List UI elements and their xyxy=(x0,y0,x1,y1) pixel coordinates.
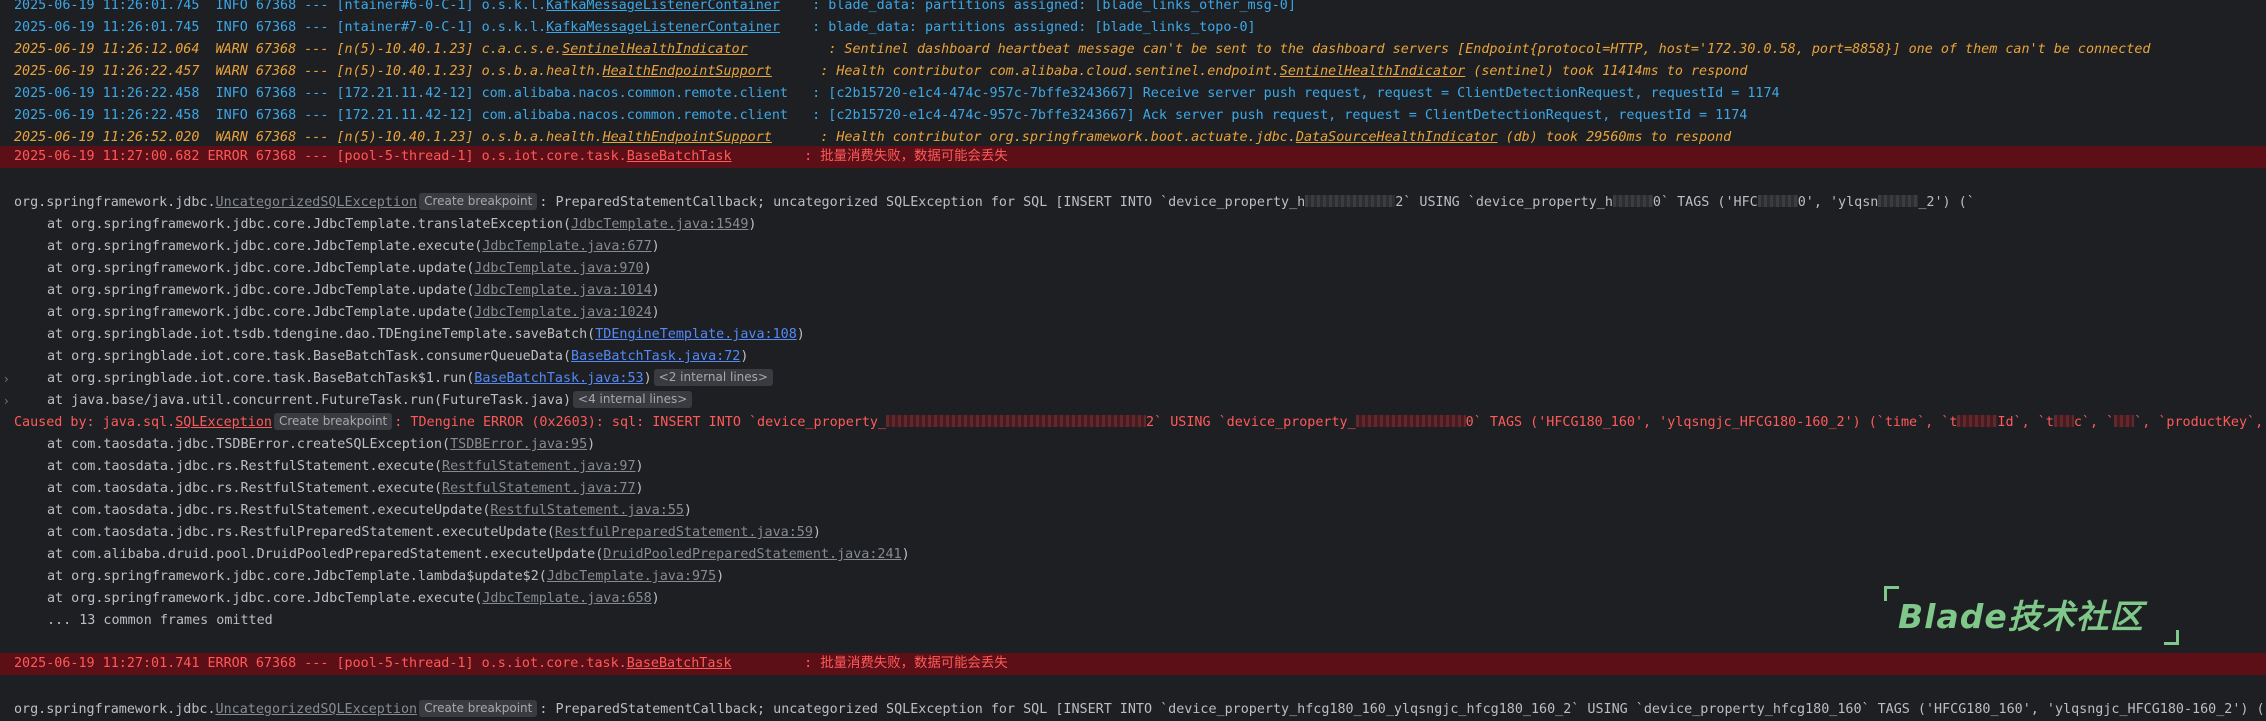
source-link[interactable]: JdbcTemplate.java:975 xyxy=(547,569,716,584)
watermark-logo: Blade技术社区 xyxy=(1898,597,2144,636)
logger-class-link[interactable]: HealthEndpointSupport xyxy=(603,130,772,145)
exception-class-link[interactable]: UncategorizedSQLException xyxy=(216,702,418,717)
stack-frame: at com.taosdata.jdbc.TSDBError.createSQL… xyxy=(47,437,596,452)
exception-line: org.springframework.jdbc.UncategorizedSQ… xyxy=(14,700,2266,717)
stack-frame: at com.taosdata.jdbc.rs.RestfulPreparedS… xyxy=(47,525,821,540)
error-log-line: 2025-06-19 11:27:00.682 ERROR 67368 --- … xyxy=(0,146,2266,168)
stack-frame: at org.springframework.jdbc.core.JdbcTem… xyxy=(47,239,660,254)
source-link[interactable]: TDEngineTemplate.java:108 xyxy=(595,327,797,342)
internal-lines-toggle[interactable]: <4 internal lines> xyxy=(573,391,693,408)
redacted-text xyxy=(1305,195,1396,207)
stack-frame: › at org.springblade.iot.core.task.BaseBa… xyxy=(0,368,2266,390)
stack-frame: at org.springframework.jdbc.core.JdbcTem… xyxy=(47,217,757,232)
create-breakpoint-button[interactable]: Create breakpoint xyxy=(419,700,538,717)
stack-frame: at com.taosdata.jdbc.rs.RestfulStatement… xyxy=(47,481,644,496)
stack-frame: at com.taosdata.jdbc.rs.RestfulStatement… xyxy=(47,503,692,518)
stack-frame: at org.springblade.iot.tsdb.tdengine.dao… xyxy=(47,327,805,342)
redacted-text xyxy=(1612,195,1653,207)
chevron-right-icon[interactable]: › xyxy=(4,368,9,390)
source-link[interactable]: JdbcTemplate.java:658 xyxy=(482,591,651,606)
log-line: 2025-06-19 11:26:22.458 INFO 67368 --- [… xyxy=(14,86,1780,101)
stack-frame: at org.springblade.iot.core.task.BaseBat… xyxy=(47,349,749,364)
stack-frame: at org.springframework.jdbc.core.JdbcTem… xyxy=(47,283,660,298)
log-line: 2025-06-19 11:26:01.745 INFO 67368 --- [… xyxy=(14,20,1256,35)
source-link[interactable]: RestfulStatement.java:97 xyxy=(442,459,635,474)
redacted-text xyxy=(2053,415,2074,427)
logger-class-link[interactable]: BaseBatchTask xyxy=(627,656,732,671)
watermark-bracket xyxy=(2164,630,2179,645)
log-line: 2025-06-19 11:26:22.458 INFO 67368 --- [… xyxy=(14,108,1748,123)
log-line: 2025-06-19 11:26:12.064 WARN 67368 --- [… xyxy=(14,42,2151,57)
stack-frame: at org.springframework.jdbc.core.JdbcTem… xyxy=(47,261,652,276)
exception-class-link[interactable]: UncategorizedSQLException xyxy=(216,195,418,210)
redacted-text xyxy=(1957,415,1998,427)
source-link[interactable]: RestfulStatement.java:77 xyxy=(442,481,635,496)
log-line: 2025-06-19 11:26:22.457 WARN 67368 --- [… xyxy=(14,64,1748,79)
source-link[interactable]: TSDBError.java:95 xyxy=(450,437,587,452)
logger-class-link[interactable]: HealthEndpointSupport xyxy=(603,64,772,79)
source-link[interactable]: JdbcTemplate.java:1014 xyxy=(474,283,651,298)
log-line: 2025-06-19 11:26:01.745 INFO 67368 --- [… xyxy=(14,0,1296,13)
error-log-line: 2025-06-19 11:27:01.741 ERROR 67368 --- … xyxy=(0,653,2266,675)
source-link[interactable]: JdbcTemplate.java:970 xyxy=(474,261,643,276)
stack-frame: at org.springframework.jdbc.core.JdbcTem… xyxy=(47,569,725,584)
logger-class-link[interactable]: KafkaMessageListenerContainer xyxy=(546,0,780,13)
redacted-text xyxy=(1757,195,1798,207)
source-link[interactable]: RestfulPreparedStatement.java:59 xyxy=(555,525,813,540)
chevron-right-icon[interactable]: › xyxy=(4,390,9,412)
internal-lines-toggle[interactable]: <2 internal lines> xyxy=(653,369,773,386)
create-breakpoint-button[interactable]: Create breakpoint xyxy=(274,413,393,430)
source-link[interactable]: RestfulStatement.java:55 xyxy=(490,503,683,518)
redacted-text xyxy=(1355,415,1466,427)
exception-class-link[interactable]: SQLException xyxy=(175,415,272,430)
stack-frame: at com.alibaba.druid.pool.DruidPooledPre… xyxy=(47,547,910,562)
create-breakpoint-button[interactable]: Create breakpoint xyxy=(419,193,538,210)
source-link[interactable]: JdbcTemplate.java:1024 xyxy=(474,305,651,320)
source-link[interactable]: DruidPooledPreparedStatement.java:241 xyxy=(603,547,901,562)
stack-frame: at com.taosdata.jdbc.rs.RestfulStatement… xyxy=(47,459,644,474)
source-link[interactable]: BaseBatchTask.java:53 xyxy=(474,371,643,386)
redacted-text xyxy=(886,415,1147,427)
logger-class-link[interactable]: BaseBatchTask xyxy=(627,149,732,164)
redacted-text xyxy=(1878,195,1919,207)
stack-frame: › at java.base/java.util.concurrent.Futur… xyxy=(0,390,2266,412)
stack-frame: at org.springframework.jdbc.core.JdbcTem… xyxy=(47,305,660,320)
source-link[interactable]: JdbcTemplate.java:677 xyxy=(482,239,651,254)
source-link[interactable]: JdbcTemplate.java:1549 xyxy=(571,217,748,232)
class-link[interactable]: SentinelHealthIndicator xyxy=(1280,64,1465,79)
logger-class-link[interactable]: KafkaMessageListenerContainer xyxy=(546,20,780,35)
caused-by-line: Caused by: java.sql.SQLException Create b… xyxy=(14,413,2264,430)
logger-class-link[interactable]: SentinelHealthIndicator xyxy=(562,42,747,57)
exception-line: org.springframework.jdbc.UncategorizedSQ… xyxy=(14,193,1975,210)
class-link[interactable]: DataSourceHealthIndicator xyxy=(1296,130,1498,145)
redacted-text xyxy=(2114,415,2135,427)
source-link[interactable]: BaseBatchTask.java:72 xyxy=(571,349,740,364)
